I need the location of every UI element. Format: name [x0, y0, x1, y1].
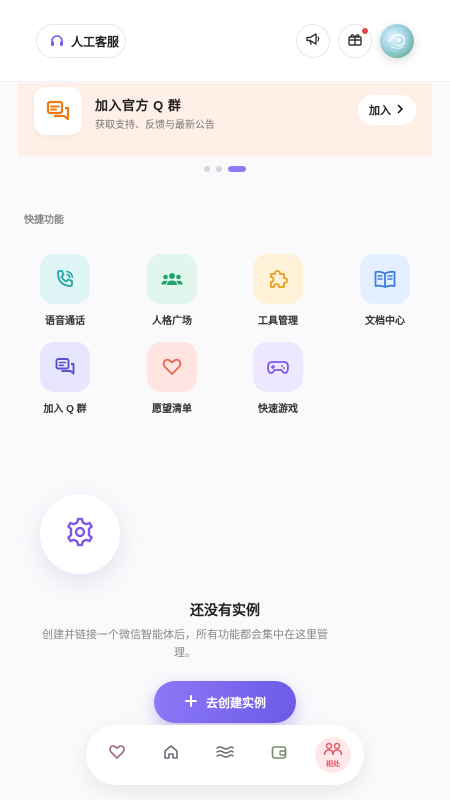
feature-wishlist[interactable]: 愿望清单 — [132, 342, 212, 422]
feature-label: 文档中心 — [365, 316, 405, 327]
nav-wallet[interactable] — [264, 739, 294, 769]
heart-icon — [147, 342, 197, 392]
nav-favorites[interactable] — [102, 739, 132, 769]
nav-flow[interactable] — [210, 739, 240, 769]
puzzle-icon — [253, 254, 303, 304]
nav-active-label: 相处 — [326, 760, 340, 768]
create-instance-button[interactable]: 去创建实例 — [154, 681, 296, 723]
join-button[interactable]: 加入 — [358, 95, 416, 125]
feature-quick-game[interactable]: 快速游戏 — [238, 342, 318, 422]
feature-voice-call[interactable]: 语音通话 — [25, 254, 105, 334]
gift-icon — [347, 31, 363, 52]
feature-label: 快速游戏 — [258, 404, 298, 415]
feature-label: 人格广场 — [152, 316, 192, 327]
banner-subtitle: 获取支持、反馈与最新公告 — [95, 120, 215, 131]
feature-doc-center[interactable]: 文档中心 — [345, 254, 425, 334]
gamepad-icon — [253, 342, 303, 392]
customer-support-label: 人工客服 — [71, 34, 120, 49]
banner-title: 加入官方 Q 群 — [95, 98, 182, 113]
plus-icon — [184, 694, 198, 711]
book-icon — [360, 254, 410, 304]
chevron-right-icon — [395, 104, 405, 117]
banner-chat-icon — [34, 87, 82, 135]
feature-tool-management[interactable]: 工具管理 — [238, 254, 318, 334]
feature-persona-plaza[interactable]: 人格广场 — [132, 254, 212, 334]
user-avatar[interactable] — [380, 24, 414, 58]
waves-icon — [215, 743, 235, 766]
create-instance-label: 去创建实例 — [205, 695, 266, 710]
top-header: 人工客服 — [0, 0, 450, 82]
qq-group-banner[interactable]: 加入官方 Q 群 获取支持、反馈与最新公告 加入 — [18, 83, 432, 156]
phone-call-icon — [40, 254, 90, 304]
empty-state-description: 创建并链接一个微信智能体后，所有功能都会集中在这里管理。 — [42, 629, 328, 659]
carousel-dot[interactable] — [204, 166, 210, 172]
feature-label: 工具管理 — [258, 316, 298, 327]
nav-together[interactable]: 相处 — [315, 737, 351, 773]
carousel-dot[interactable] — [216, 166, 222, 172]
chat-icon — [40, 342, 90, 392]
wallet-icon — [270, 743, 288, 766]
megaphone-icon — [305, 31, 321, 52]
feature-label: 加入 Q 群 — [43, 404, 87, 415]
home-icon — [162, 743, 180, 766]
carousel-dot-active[interactable] — [228, 166, 246, 172]
announcement-button[interactable] — [296, 24, 330, 58]
empty-state-illustration — [40, 494, 120, 574]
nav-home[interactable] — [156, 739, 186, 769]
feature-label: 愿望清单 — [152, 404, 192, 415]
gift-button[interactable] — [338, 24, 372, 58]
headset-icon — [49, 33, 65, 49]
notification-dot — [362, 28, 368, 34]
empty-state-title: 还没有实例 — [190, 602, 260, 618]
customer-support-button[interactable]: 人工客服 — [36, 24, 126, 58]
feature-label: 语音通话 — [45, 316, 85, 327]
carousel-indicator — [204, 166, 246, 172]
quick-features-heading: 快捷功能 — [24, 215, 64, 226]
heart-icon — [108, 743, 126, 766]
people-icon — [147, 254, 197, 304]
join-label: 加入 — [369, 105, 391, 117]
bottom-navigation: 相处 — [86, 725, 364, 785]
feature-join-qq-group[interactable]: 加入 Q 群 — [25, 342, 105, 422]
gear-icon — [64, 516, 96, 553]
app-root: 人工客服 加入官方 Q 群 获取支持、反馈与最新公告 加入 快捷功能 语音通话 … — [0, 0, 450, 800]
